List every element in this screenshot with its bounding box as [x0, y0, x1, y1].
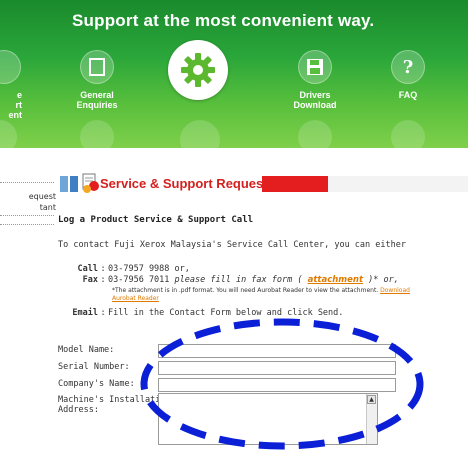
attachment-note: *The attachment is in .pdf format. You w…	[112, 287, 412, 303]
floppy-disk-icon	[298, 50, 332, 84]
header-bar	[328, 176, 468, 192]
icon-reflection	[0, 120, 17, 148]
scroll-up-arrow-icon[interactable]: ▲	[367, 395, 376, 404]
attachment-link[interactable]: attachment	[308, 275, 363, 285]
call-row: Call:03-7957 9988 or,	[64, 264, 190, 274]
email-label: Email	[72, 308, 98, 318]
sidebar-item-request[interactable]: equest	[0, 191, 56, 202]
serial-number-label: Serial Number:	[58, 362, 130, 372]
fax-number: 03-7956 7011	[108, 275, 170, 285]
nav-item-drivers-download[interactable]: Drivers Download	[288, 50, 342, 110]
document-icon	[80, 50, 114, 84]
icon-reflection	[298, 120, 332, 148]
icon-reflection	[80, 120, 114, 148]
intro-text: To contact Fuji Xerox Malaysia's Service…	[58, 240, 406, 250]
nav-label-support: e rt ent	[8, 90, 23, 120]
fax-instruction: please fill in fax form (	[169, 275, 308, 285]
fax-label: Fax	[82, 275, 98, 285]
banner-title: Support at the most convenient way.	[72, 11, 375, 30]
sidebar-menu: equest tant	[0, 180, 56, 233]
nav-item-general-enquiries[interactable]: General Enquiries	[72, 50, 122, 110]
support-banner: Support at the most convenient way. e rt…	[0, 0, 468, 148]
header-accent	[70, 176, 78, 192]
gear-icon	[181, 53, 215, 87]
section-title: Service & Support Request	[100, 176, 268, 191]
installation-address-label: Machine's Installation Address:	[58, 395, 171, 415]
nav-label-general-enquiries: General Enquiries	[76, 90, 118, 110]
section-header: Service & Support Request	[60, 172, 468, 194]
sidebar-divider	[0, 224, 54, 225]
sidebar-item-important[interactable]: tant	[0, 202, 56, 213]
serial-number-input[interactable]	[158, 361, 396, 375]
email-instruction: Fill in the Contact Form below and click…	[108, 308, 344, 318]
email-row: Email: Fill in the Contact Form below and…	[64, 308, 343, 318]
call-number: 03-7957 9988 or,	[108, 264, 190, 274]
company-name-label: Company's Name:	[58, 379, 135, 389]
fax-suffix: )* or,	[363, 275, 399, 285]
sidebar-divider	[0, 182, 54, 183]
model-name-input[interactable]	[158, 344, 396, 358]
nav-item-faq[interactable]: ? FAQ	[390, 50, 426, 100]
installation-address-textarea[interactable]	[158, 393, 378, 445]
model-name-label: Model Name:	[58, 345, 115, 355]
support-icon	[0, 50, 21, 84]
nav-label-faq: FAQ	[398, 90, 418, 100]
nav-item-service-request[interactable]	[168, 40, 228, 100]
call-label: Call	[77, 264, 98, 274]
nav-label-drivers-download: Drivers Download	[293, 90, 337, 110]
company-name-input[interactable]	[158, 378, 396, 392]
icon-reflection	[180, 120, 220, 148]
question-mark-icon: ?	[391, 50, 425, 84]
header-bar	[262, 176, 328, 192]
sidebar-divider	[0, 215, 54, 216]
icon-reflection	[391, 120, 425, 148]
attachment-note-text: *The attachment is in .pdf format. You w…	[112, 287, 379, 294]
fax-row: Fax:03-7956 7011 please fill in fax form…	[64, 275, 399, 285]
content-heading: Log a Product Service & Support Call	[58, 215, 254, 225]
header-accent	[60, 176, 68, 192]
nav-item-support[interactable]: e rt ent	[0, 50, 24, 120]
service-request-icon	[80, 172, 100, 198]
